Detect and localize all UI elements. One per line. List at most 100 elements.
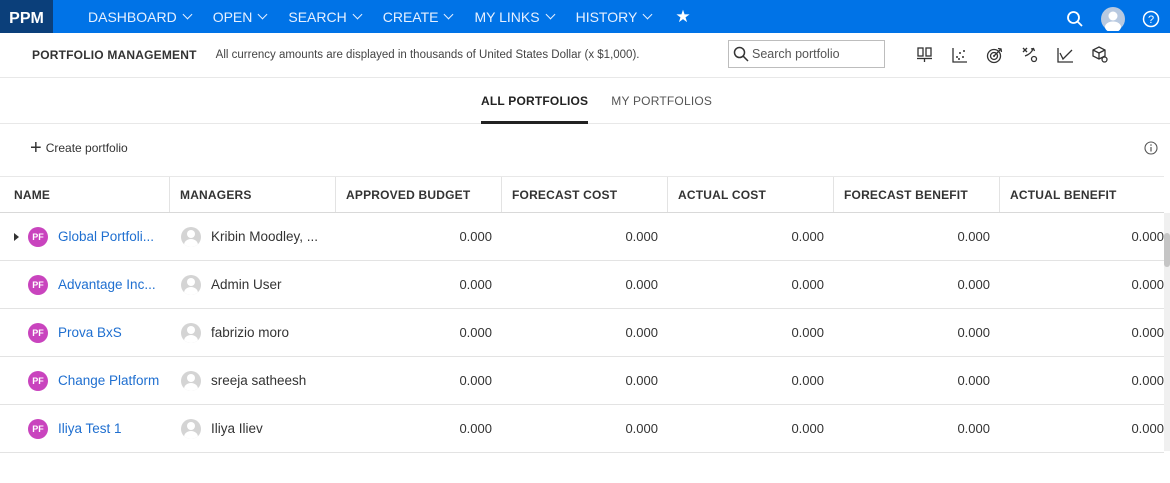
header-tools (912, 42, 1122, 68)
column-header-managers[interactable]: MANAGERS (170, 177, 336, 212)
column-header-actual-cost[interactable]: ACTUAL COST (668, 177, 834, 212)
actual-benefit-value: 0.000 (1131, 325, 1164, 340)
column-header-approved-budget[interactable]: APPROVED BUDGET (336, 177, 502, 212)
forecast-benefit-value: 0.000 (957, 277, 990, 292)
forecast-cost-value: 0.000 (625, 421, 658, 436)
actual-cost-value: 0.000 (791, 277, 824, 292)
actual-benefit-value: 0.000 (1131, 277, 1164, 292)
forecast-cost-value: 0.000 (625, 229, 658, 244)
expand-row-icon[interactable] (14, 232, 19, 241)
tab-all-portfolios[interactable]: ALL PORTFOLIOS (481, 78, 589, 124)
nav-dashboard[interactable]: DASHBOARD (88, 8, 193, 25)
plus-icon: + (30, 137, 42, 159)
avatar (181, 226, 201, 247)
nav-open[interactable]: OPEN (212, 8, 268, 25)
forecast-cost-value: 0.000 (625, 325, 658, 340)
actual-cost-value: 0.000 (791, 229, 824, 244)
create-portfolio-label: Create portfolio (45, 141, 128, 155)
portfolio-badge-icon: PF (28, 370, 48, 391)
nav-history[interactable]: HISTORY (575, 8, 653, 25)
search-icon (733, 46, 749, 62)
avatar (181, 418, 201, 439)
row-spacer (14, 281, 19, 289)
approved-budget-value: 0.000 (459, 325, 492, 340)
scatter-chart-icon[interactable] (947, 42, 973, 68)
forecast-benefit-value: 0.000 (957, 421, 990, 436)
forecast-benefit-value: 0.000 (957, 373, 990, 388)
avatar (181, 274, 201, 295)
portfolio-link[interactable]: Prova BxS (58, 325, 122, 340)
portfolio-badge-icon: PF (28, 226, 48, 247)
chevron-down-icon (545, 9, 556, 20)
actual-benefit-value: 0.000 (1131, 373, 1164, 388)
table-header: NAME MANAGERS APPROVED BUDGET FORECAST C… (0, 176, 1164, 213)
scrollbar-thumb[interactable] (1164, 233, 1170, 267)
portfolio-table-body: PF Global Portfoli... Kribin Moodley, ..… (0, 213, 1164, 453)
portfolio-search[interactable] (728, 40, 885, 68)
manager-name: Admin User (211, 277, 282, 292)
nav-dashboard-label: DASHBOARD (88, 8, 177, 25)
column-header-name[interactable]: NAME (0, 177, 170, 212)
nav-search[interactable]: SEARCH (288, 8, 363, 25)
portfolio-badge-icon: PF (28, 418, 48, 439)
actual-cost-value: 0.000 (791, 373, 824, 388)
nav-my-links[interactable]: MY LINKS (474, 8, 556, 25)
portfolio-header: PORTFOLIO MANAGEMENT All currency amount… (0, 33, 1170, 78)
portfolio-chart-icon[interactable] (912, 42, 938, 68)
forecast-benefit-value: 0.000 (957, 325, 990, 340)
nav-open-label: OPEN (212, 8, 253, 25)
portfolio-link[interactable]: Iliya Test 1 (58, 421, 122, 436)
row-spacer (14, 329, 19, 337)
currency-note: All currency amounts are displayed in th… (215, 49, 640, 61)
nav-history-label: HISTORY (575, 8, 638, 25)
actual-cost-value: 0.000 (791, 421, 824, 436)
table-row: PF Change Platform sreeja satheesh 0.000… (0, 357, 1164, 405)
forecast-cost-value: 0.000 (625, 277, 658, 292)
column-header-forecast-benefit[interactable]: FORECAST BENEFIT (834, 177, 1000, 212)
portfolio-badge-icon: PF (28, 274, 48, 295)
user-avatar-icon[interactable] (1094, 7, 1132, 31)
row-spacer (14, 377, 19, 385)
help-icon[interactable]: ? (1132, 7, 1170, 31)
star-icon[interactable]: ★ (675, 7, 690, 27)
transfer-icon[interactable] (1017, 42, 1043, 68)
target-icon[interactable] (982, 42, 1008, 68)
search-icon[interactable] (1056, 7, 1094, 31)
chevron-down-icon (352, 9, 363, 20)
svg-text:?: ? (1148, 14, 1154, 26)
page-title: PORTFOLIO MANAGEMENT (32, 48, 197, 62)
manager-name: Iliya Iliev (211, 421, 263, 436)
approved-budget-value: 0.000 (459, 277, 492, 292)
line-chart-icon[interactable] (1052, 42, 1078, 68)
approved-budget-value: 0.000 (459, 229, 492, 244)
cube-settings-icon[interactable] (1087, 42, 1113, 68)
actual-benefit-value: 0.000 (1131, 229, 1164, 244)
portfolio-link[interactable]: Advantage Inc... (58, 277, 156, 292)
avatar (181, 322, 201, 343)
chevron-down-icon (182, 9, 193, 20)
table-row: PF Iliya Test 1 Iliya Iliev 0.000 0.000 … (0, 405, 1164, 453)
actions-bar: + Create portfolio (0, 124, 1170, 176)
forecast-cost-value: 0.000 (625, 373, 658, 388)
manager-name: fabrizio moro (211, 325, 290, 340)
forecast-benefit-value: 0.000 (957, 229, 990, 244)
nav-my-links-label: MY LINKS (474, 8, 540, 25)
info-icon[interactable] (1144, 141, 1158, 158)
portfolio-tabs: ALL PORTFOLIOS MY PORTFOLIOS (0, 78, 1170, 124)
nav-search-label: SEARCH (288, 8, 347, 25)
portfolio-badge-icon: PF (28, 322, 48, 343)
portfolio-link[interactable]: Global Portfoli... (58, 229, 154, 244)
column-header-actual-benefit[interactable]: ACTUAL BENEFIT (1000, 177, 1164, 212)
manager-name: Kribin Moodley, ... (211, 229, 319, 244)
search-input[interactable] (752, 47, 876, 61)
portfolio-link[interactable]: Change Platform (58, 373, 159, 388)
table-scrollbar[interactable] (1164, 213, 1170, 451)
manager-name: sreeja satheesh (211, 373, 307, 388)
approved-budget-value: 0.000 (459, 421, 492, 436)
nav-create[interactable]: CREATE (383, 9, 454, 25)
approved-budget-value: 0.000 (459, 373, 492, 388)
column-header-forecast-cost[interactable]: FORECAST COST (502, 177, 668, 212)
tab-my-portfolios[interactable]: MY PORTFOLIOS (611, 78, 712, 124)
create-portfolio-button[interactable]: + Create portfolio (30, 137, 128, 159)
actual-cost-value: 0.000 (791, 325, 824, 340)
